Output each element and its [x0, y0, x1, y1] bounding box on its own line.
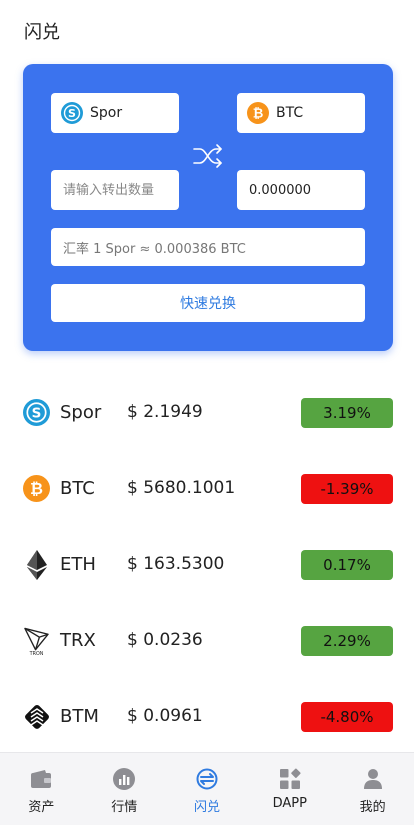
user-icon	[361, 767, 385, 791]
coin-symbol: ETH	[60, 554, 96, 575]
page-header: 闪兑	[0, 0, 414, 62]
output-amount-value: 0.000000	[249, 182, 312, 198]
exchange-rate-field: 汇率 1 Spor ≈ 0.000386 BTC	[51, 228, 365, 266]
tron-coin-icon: TRON	[23, 627, 50, 656]
exchange-card: S Spor ₿ BTC 0.000000	[23, 64, 393, 351]
coin-price: $ 163.5300	[127, 554, 225, 574]
svg-text:S: S	[68, 107, 76, 120]
dapp-grid-icon	[278, 767, 302, 791]
coin-change-badge: -4.80%	[301, 702, 393, 732]
coin-price: $ 5680.1001	[127, 478, 236, 498]
from-coin-label: Spor	[90, 105, 123, 121]
coin-symbol: BTM	[60, 706, 99, 727]
exchange-icon	[195, 767, 219, 791]
tab-dapp[interactable]: DAPP	[248, 753, 331, 825]
tab-mine[interactable]: 我的	[331, 753, 414, 825]
chart-icon	[112, 767, 136, 791]
coin-symbol: Spor	[60, 402, 102, 423]
btc-coin-icon: ₿	[23, 475, 50, 502]
coin-price: $ 2.1949	[127, 402, 203, 422]
tab-label: 资产	[28, 800, 55, 815]
coin-change-badge: 2.29%	[301, 626, 393, 656]
svg-text:₿: ₿	[30, 479, 43, 498]
to-coin-label: BTC	[276, 105, 304, 121]
page-title: 闪兑	[24, 22, 60, 43]
tab-assets[interactable]: 资产	[0, 753, 83, 825]
bottom-tab-bar: 资产 行情 闪兑 DAPP 我的	[0, 752, 414, 825]
market-row-btm[interactable]: BTM $ 0.0961 -4.80%	[0, 697, 414, 737]
quick-exchange-button[interactable]: 快速兑换	[51, 284, 365, 322]
exchange-rate-text: 汇率 1 Spor ≈ 0.000386 BTC	[63, 241, 246, 257]
svg-text:S: S	[32, 405, 42, 421]
tab-label: 闪兑	[193, 800, 220, 815]
tab-label: 行情	[111, 800, 138, 815]
tab-market[interactable]: 行情	[83, 753, 166, 825]
swap-direction-button[interactable]	[191, 144, 225, 172]
tab-label: DAPP	[272, 796, 307, 811]
coin-change-badge: 3.19%	[301, 398, 393, 428]
market-row-eth[interactable]: ETH $ 163.5300 0.17%	[0, 545, 414, 585]
coin-price: $ 0.0961	[127, 706, 203, 726]
to-coin-select[interactable]: ₿ BTC	[237, 93, 365, 133]
tab-label: 我的	[359, 800, 386, 815]
from-coin-select[interactable]: S Spor	[51, 93, 179, 133]
market-row-spor[interactable]: S Spor $ 2.1949 3.19%	[0, 393, 414, 433]
page: 闪兑 S Spor ₿ BTC 请输入转出数量 0.000000 汇率 1 Sp…	[0, 0, 414, 825]
btm-coin-icon	[23, 703, 50, 730]
svg-text:TRON: TRON	[29, 650, 44, 655]
output-amount-field: 0.000000	[237, 170, 365, 210]
coin-symbol: TRX	[60, 630, 96, 651]
spor-coin-icon: S	[61, 102, 83, 124]
amount-input[interactable]	[51, 170, 179, 210]
market-row-btc[interactable]: ₿ BTC $ 5680.1001 -1.39%	[0, 469, 414, 509]
shuffle-icon	[192, 143, 224, 173]
coin-symbol: BTC	[60, 478, 95, 499]
btc-coin-icon: ₿	[247, 102, 269, 124]
wallet-icon	[29, 767, 53, 791]
coin-price: $ 0.0236	[127, 630, 203, 650]
spor-coin-icon: S	[23, 399, 50, 426]
market-row-trx[interactable]: TRON TRX $ 0.0236 2.29%	[0, 621, 414, 661]
tab-exchange[interactable]: 闪兑	[166, 753, 249, 825]
eth-coin-icon	[23, 549, 50, 580]
svg-text:₿: ₿	[253, 107, 264, 122]
coin-change-badge: 0.17%	[301, 550, 393, 580]
coin-change-badge: -1.39%	[301, 474, 393, 504]
